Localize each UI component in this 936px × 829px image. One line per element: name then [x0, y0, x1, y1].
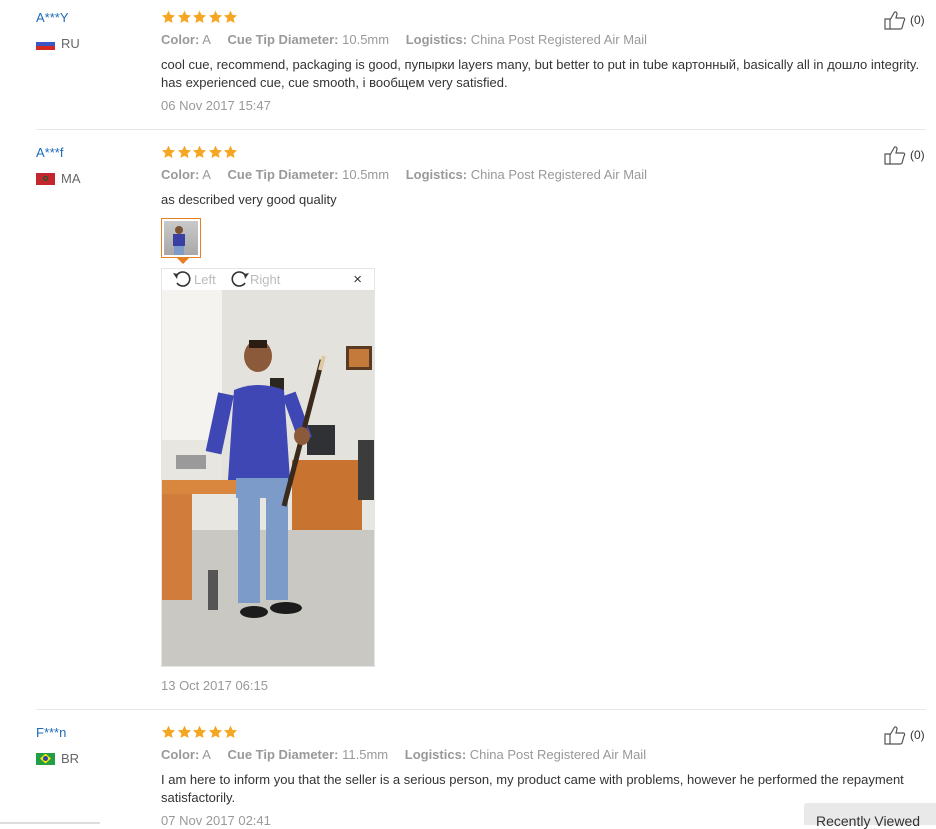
thumbs-up-icon	[884, 726, 906, 745]
review-photo	[162, 290, 374, 666]
like-count: (0)	[910, 148, 925, 162]
country-code: BR	[61, 751, 80, 766]
attr-key: Logistics:	[405, 32, 468, 47]
star-icon	[177, 145, 191, 159]
star-icon	[193, 10, 207, 24]
attr-value: China Post Registered Air Mail	[470, 32, 648, 47]
star-icon	[208, 10, 222, 24]
close-viewer-button[interactable]: ×	[353, 271, 362, 288]
recently-viewed-tab[interactable]: Recently Viewed	[804, 803, 936, 829]
like-button[interactable]: (0)	[884, 145, 925, 165]
star-rating	[161, 10, 239, 24]
attr-key: Color:	[161, 747, 200, 762]
divider	[36, 129, 926, 130]
rotate-right-label: Right	[250, 271, 281, 287]
star-icon	[177, 725, 191, 739]
star-rating	[161, 145, 239, 159]
star-icon	[224, 725, 238, 739]
review-attributes: Color: A Cue Tip Diameter: 11.5mm Logist…	[161, 747, 646, 762]
attr-value: A	[202, 32, 211, 47]
like-button[interactable]: (0)	[884, 725, 925, 745]
flag-ru-icon	[36, 37, 55, 50]
country-code: RU	[61, 36, 80, 51]
review-attributes: Color: A Cue Tip Diameter: 10.5mm Logist…	[161, 167, 647, 182]
scroll-edge	[0, 822, 100, 824]
flag-ma-icon	[36, 172, 55, 185]
attr-value: A	[202, 167, 211, 182]
review-text: as described very good quality	[161, 192, 337, 207]
rotate-left-icon	[173, 271, 191, 287]
thumbnail-image	[164, 221, 198, 255]
review-text: cool cue, recommend, packaging is good, …	[161, 57, 920, 90]
review-date: 06 Nov 2017 15:47	[161, 98, 271, 113]
attr-key: Logistics:	[405, 167, 468, 182]
review-date: 13 Oct 2017 06:15	[161, 678, 268, 693]
star-icon	[208, 725, 222, 739]
reviewer-country: RU	[36, 36, 80, 51]
thumbnail-pointer	[177, 258, 189, 264]
attr-key: Logistics:	[404, 747, 467, 762]
thumbs-up-icon	[884, 11, 906, 30]
reviewer-name[interactable]: A***f	[36, 145, 63, 160]
star-icon	[193, 145, 207, 159]
reviewer-name[interactable]: F***n	[36, 725, 66, 740]
review-text: I am here to inform you that the seller …	[161, 772, 904, 805]
divider	[36, 709, 926, 710]
review-photo-image	[162, 290, 374, 666]
reviewer-name[interactable]: A***Y	[36, 10, 69, 25]
reviewer-country: BR	[36, 751, 79, 766]
attr-value: China Post Registered Air Mail	[470, 167, 648, 182]
attr-value: 11.5mm	[342, 747, 389, 762]
star-icon	[161, 10, 176, 24]
star-icon	[208, 145, 222, 159]
review-photo-thumbnail[interactable]	[161, 218, 201, 258]
rotate-left-label: Left	[194, 271, 216, 287]
rotate-left-button[interactable]: Left	[172, 270, 216, 288]
viewer-toolbar: Left Right ×	[162, 269, 374, 290]
review-date: 07 Nov 2017 02:41	[161, 813, 271, 828]
attr-key: Color:	[161, 32, 200, 47]
reviewer-country: MA	[36, 171, 81, 186]
attr-key: Cue Tip Diameter:	[227, 32, 339, 47]
attr-key: Color:	[161, 167, 200, 182]
attr-value: 10.5mm	[342, 167, 390, 182]
review-attributes: Color: A Cue Tip Diameter: 10.5mm Logist…	[161, 32, 647, 47]
star-icon	[161, 145, 176, 159]
like-count: (0)	[910, 728, 925, 742]
attr-key: Cue Tip Diameter:	[227, 167, 339, 182]
flag-br-icon	[36, 752, 55, 765]
star-icon	[224, 10, 238, 24]
star-icon	[161, 725, 176, 739]
attr-key: Cue Tip Diameter:	[227, 747, 339, 762]
attr-value: China Post Registered Air Mail	[469, 747, 647, 762]
star-icon	[193, 725, 207, 739]
attr-value: 10.5mm	[342, 32, 390, 47]
thumbs-up-icon	[884, 146, 906, 165]
rotate-right-icon	[231, 271, 249, 287]
attr-value: A	[202, 747, 211, 762]
star-rating	[161, 725, 239, 739]
rotate-right-button[interactable]: Right	[228, 270, 280, 288]
star-icon	[177, 10, 191, 24]
country-code: MA	[61, 171, 81, 186]
photo-viewer: Left Right ×	[161, 268, 375, 667]
like-button[interactable]: (0)	[884, 10, 925, 30]
like-count: (0)	[910, 13, 925, 27]
star-icon	[224, 145, 238, 159]
